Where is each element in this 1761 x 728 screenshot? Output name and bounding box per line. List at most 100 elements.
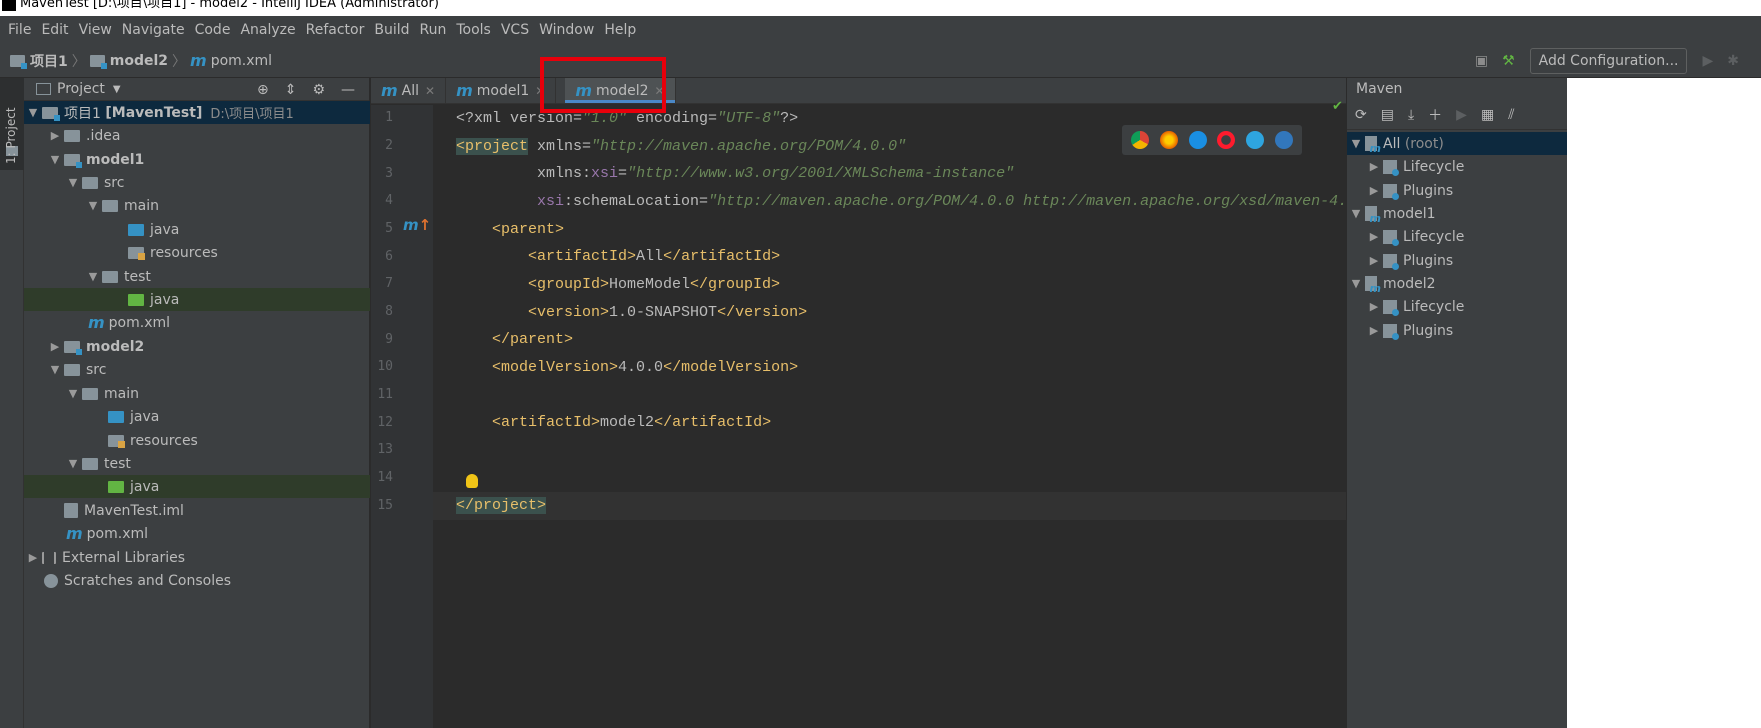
tree-item-test-java[interactable]: java <box>24 288 370 311</box>
chevron-down-icon[interactable]: ▼ <box>1347 137 1365 150</box>
tree-item-src[interactable]: ▼ src <box>24 171 370 194</box>
tree-item-test[interactable]: ▼ test <box>24 452 370 475</box>
tree-item-src[interactable]: ▼ src <box>24 358 370 381</box>
reimport-icon[interactable]: ⟳ <box>1355 107 1367 123</box>
project-tool-label[interactable]: 1: Project <box>4 107 18 164</box>
chevron-right-icon[interactable]: ▶ <box>46 129 64 142</box>
maven-tree-all[interactable]: ▼ All (root) <box>1347 132 1568 155</box>
menu-window[interactable]: Window <box>535 22 600 38</box>
tree-item-resources[interactable]: resources <box>24 429 370 452</box>
firefox-icon[interactable] <box>1159 131 1178 149</box>
maven-tree-plugins[interactable]: ▶ Plugins <box>1347 179 1568 202</box>
chevron-right-icon[interactable]: ▶ <box>46 340 64 353</box>
toggle-offline-icon[interactable]: ⫽ <box>1508 107 1514 123</box>
maven-tree-model1[interactable]: ▼ model1 <box>1347 202 1568 226</box>
menu-build[interactable]: Build <box>370 22 415 38</box>
menu-run[interactable]: Run <box>416 22 453 38</box>
tab-all[interactable]: m All ✕ <box>371 78 447 103</box>
collapse-all-icon[interactable]: ⇕ <box>285 82 297 98</box>
menu-refactor[interactable]: Refactor <box>302 22 371 38</box>
tree-item-model1[interactable]: ▼ model1 <box>24 148 370 171</box>
code-editor[interactable]: <?xml version="1.0" encoding="UTF-8"?> <… <box>433 105 1346 728</box>
menu-edit[interactable]: Edit <box>37 22 74 38</box>
tree-item-java[interactable]: java <box>24 218 370 241</box>
edge-icon[interactable] <box>1274 131 1293 149</box>
tab-model2[interactable]: m model2 ✕ <box>565 78 676 103</box>
debug-icon[interactable]: ✱ <box>1727 53 1739 69</box>
chevron-right-icon[interactable]: ▶ <box>1365 230 1383 243</box>
chevron-right-icon[interactable]: ▶ <box>1365 300 1383 313</box>
tree-item-test-java[interactable]: java <box>24 475 370 498</box>
chevron-down-icon[interactable]: ▼ <box>84 199 102 212</box>
safari-icon[interactable] <box>1188 131 1207 149</box>
execute-goal-icon[interactable]: ▦ <box>1481 107 1494 123</box>
tree-item-resources[interactable]: resources <box>24 241 370 264</box>
hide-icon[interactable]: — <box>341 82 355 98</box>
tree-item-pom[interactable]: m pom.xml <box>24 522 370 545</box>
internet-explorer-icon[interactable] <box>1245 131 1264 149</box>
run-icon[interactable]: ▶ <box>1456 107 1467 123</box>
chevron-down-icon[interactable]: ▼ <box>1347 277 1365 290</box>
menu-tools[interactable]: Tools <box>452 22 497 38</box>
tree-item-idea[interactable]: ▶ .idea <box>24 124 370 147</box>
breadcrumb-file[interactable]: pom.xml <box>211 53 272 69</box>
locate-icon[interactable]: ⊕ <box>257 82 269 98</box>
maven-tree-plugins[interactable]: ▶ Plugins <box>1347 249 1568 272</box>
chevron-down-icon[interactable]: ▼ <box>46 153 64 166</box>
chevron-down-icon[interactable]: ▼ <box>1347 207 1365 220</box>
lightbulb-icon[interactable] <box>466 474 478 488</box>
tree-item-model2[interactable]: ▶ model2 <box>24 335 370 358</box>
build-hammer-icon[interactable]: ⚒ <box>1502 53 1515 69</box>
maven-parent-navigate-icon[interactable]: m↑ <box>403 216 431 234</box>
add-configuration-button[interactable]: Add Configuration... <box>1529 48 1688 74</box>
chevron-right-icon[interactable]: ▶ <box>24 551 42 564</box>
project-view-selector[interactable]: Project <box>57 81 105 97</box>
menu-analyze[interactable]: Analyze <box>236 22 301 38</box>
close-icon[interactable]: ✕ <box>425 84 435 98</box>
chevron-down-icon[interactable]: ▼ <box>113 84 121 95</box>
chevron-right-icon[interactable]: ▶ <box>1365 254 1383 267</box>
menu-help[interactable]: Help <box>600 22 642 38</box>
tree-item-test[interactable]: ▼ test <box>24 265 370 288</box>
tab-model1[interactable]: m model1 ✕ <box>446 78 557 103</box>
chevron-right-icon[interactable]: ▶ <box>1365 160 1383 173</box>
chevron-down-icon[interactable]: ▼ <box>24 106 42 119</box>
terminal-icon[interactable]: ▣ <box>1475 53 1488 69</box>
breadcrumb-module[interactable]: model2 <box>110 53 168 69</box>
chrome-icon[interactable] <box>1131 131 1150 149</box>
menu-view[interactable]: View <box>75 22 118 38</box>
chevron-down-icon[interactable]: ▼ <box>64 176 82 189</box>
chevron-down-icon[interactable]: ▼ <box>64 457 82 470</box>
chevron-down-icon[interactable]: ▼ <box>84 270 102 283</box>
menu-vcs[interactable]: VCS <box>497 22 535 38</box>
tree-item-main[interactable]: ▼ main <box>24 194 370 217</box>
download-icon[interactable]: ⤓ <box>1408 107 1414 123</box>
chevron-right-icon[interactable]: ▶ <box>1365 184 1383 197</box>
chevron-down-icon[interactable]: ▼ <box>64 387 82 400</box>
add-icon[interactable]: ＋ <box>1428 105 1442 125</box>
menu-code[interactable]: Code <box>191 22 237 38</box>
chevron-right-icon[interactable]: ▶ <box>1365 324 1383 337</box>
maven-tree-model2[interactable]: ▼ model2 <box>1347 272 1568 296</box>
tree-item-external-libraries[interactable]: ▶ External Libraries <box>24 546 370 569</box>
chevron-down-icon[interactable]: ▼ <box>46 363 64 376</box>
maven-tree-plugins[interactable]: ▶ Plugins <box>1347 319 1568 342</box>
menu-navigate[interactable]: Navigate <box>118 22 191 38</box>
maven-tree-lifecycle[interactable]: ▶ Lifecycle <box>1347 155 1568 178</box>
tree-item-main[interactable]: ▼ main <box>24 382 370 405</box>
tree-item-pom[interactable]: m pom.xml <box>24 311 370 334</box>
tree-item-iml[interactable]: MavenTest.iml <box>24 499 370 522</box>
close-icon[interactable]: ✕ <box>535 84 545 98</box>
generate-sources-icon[interactable]: ▤ <box>1381 107 1394 123</box>
maven-tree-lifecycle[interactable]: ▶ Lifecycle <box>1347 225 1568 248</box>
tree-item-java[interactable]: java <box>24 405 370 428</box>
gear-icon[interactable]: ⚙ <box>312 82 325 98</box>
maven-tree-lifecycle[interactable]: ▶ Lifecycle <box>1347 295 1568 318</box>
close-icon[interactable]: ✕ <box>655 84 665 98</box>
opera-icon[interactable] <box>1217 131 1236 149</box>
tree-item-scratches[interactable]: Scratches and Consoles <box>24 569 370 592</box>
run-icon[interactable]: ▶ <box>1702 53 1713 69</box>
tree-item-project-root[interactable]: ▼ 项目1 [MavenTest] D:\项目\项目1 <box>24 101 370 124</box>
breadcrumb-root[interactable]: 项目1 <box>30 51 68 71</box>
menu-file[interactable]: File <box>4 22 37 38</box>
